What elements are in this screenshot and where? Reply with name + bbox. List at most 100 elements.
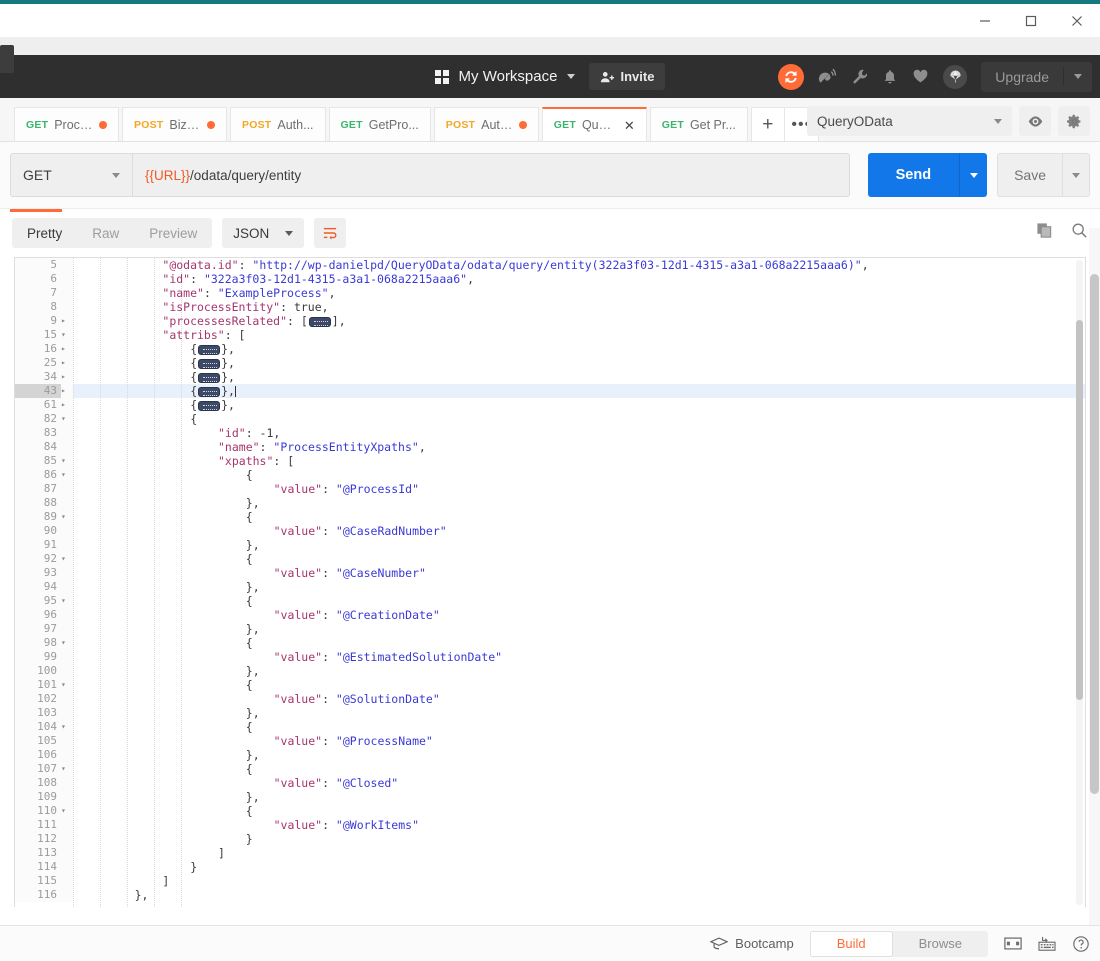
code-line[interactable]: 15 ▾ "attribs": [ <box>15 328 1085 342</box>
environment-select[interactable]: QueryOData <box>807 106 1012 136</box>
code-line[interactable]: 61 ▸{}, <box>15 398 1085 412</box>
collapsed-code-widget[interactable] <box>198 400 221 411</box>
fold-toggle-icon[interactable]: ▸ <box>61 314 73 328</box>
chevron-down-icon[interactable] <box>567 74 576 79</box>
request-tab[interactable]: POST Authe... <box>433 107 539 141</box>
settings-button[interactable] <box>1058 106 1090 136</box>
help-button[interactable] <box>1072 935 1090 953</box>
code-line[interactable]: 86 ▾ { <box>15 468 1085 482</box>
code-line[interactable]: 111 "value": "@WorkItems" <box>15 818 1085 832</box>
code-line[interactable]: 83 "id": -1, <box>15 426 1085 440</box>
collapsed-code-widget[interactable] <box>198 372 221 383</box>
parachute-icon[interactable] <box>943 64 968 89</box>
code-line[interactable]: 109}, <box>15 790 1085 804</box>
fold-toggle-icon[interactable]: ▾ <box>61 328 73 342</box>
code-line[interactable]: 96 "value": "@CreationDate" <box>15 608 1085 622</box>
code-line[interactable]: 5 "@odata.id": "http://wp-danielpd/QueryO… <box>15 258 1085 272</box>
code-line[interactable]: 106}, <box>15 748 1085 762</box>
invite-button[interactable]: Invite <box>589 63 666 90</box>
close-window-button[interactable] <box>1054 4 1100 37</box>
fold-toggle-icon[interactable]: ▾ <box>61 510 73 524</box>
fold-toggle-icon[interactable]: ▸ <box>61 384 73 398</box>
code-line[interactable]: 88}, <box>15 496 1085 510</box>
code-line[interactable]: 84 "name": "ProcessEntityXpaths", <box>15 440 1085 454</box>
fold-toggle-icon[interactable]: ▾ <box>61 594 73 608</box>
code-line[interactable]: 25 ▸{}, <box>15 356 1085 370</box>
send-options-button[interactable] <box>959 153 988 197</box>
code-line[interactable]: 107 ▾ { <box>15 762 1085 776</box>
search-button[interactable] <box>1071 222 1088 244</box>
fold-toggle-icon[interactable]: ▾ <box>61 468 73 482</box>
layout-toggle-button[interactable] <box>1004 936 1022 951</box>
code-line[interactable]: 99 "value": "@EstimatedSolutionDate" <box>15 650 1085 664</box>
environment-quick-look-button[interactable] <box>1019 106 1051 136</box>
code-line[interactable]: 113] <box>15 846 1085 860</box>
keyboard-shortcuts-button[interactable] <box>1038 936 1056 952</box>
code-line[interactable]: 43 ▸{}, <box>15 384 1085 398</box>
satellite-dish-icon[interactable] <box>818 67 837 86</box>
request-tab[interactable]: GET GetPro... <box>328 107 431 141</box>
code-line[interactable]: 110 ▾ { <box>15 804 1085 818</box>
code-line[interactable]: 112} <box>15 832 1085 846</box>
upgrade-chevron-down-icon[interactable] <box>1063 67 1092 86</box>
send-button[interactable]: Send <box>867 153 960 197</box>
code-line[interactable]: 103}, <box>15 706 1085 720</box>
bootcamp-button[interactable]: Bootcamp <box>710 936 794 951</box>
http-method-select[interactable]: GET <box>10 153 132 197</box>
request-tab[interactable]: POST Auth... <box>230 107 326 141</box>
page-vertical-scrollbar[interactable] <box>1089 228 1100 925</box>
new-tab-button[interactable]: + <box>750 107 785 141</box>
code-line[interactable]: 85 ▾ "xpaths": [ <box>15 454 1085 468</box>
code-line[interactable]: 89 ▾ { <box>15 510 1085 524</box>
code-line[interactable]: 105 "value": "@ProcessName" <box>15 734 1085 748</box>
page-scroll-thumb[interactable] <box>1090 274 1099 794</box>
code-line[interactable]: 104 ▾ { <box>15 720 1085 734</box>
fold-toggle-icon[interactable]: ▾ <box>61 552 73 566</box>
code-line[interactable]: 116}, <box>15 888 1085 902</box>
sync-icon[interactable] <box>778 63 805 90</box>
wrench-icon[interactable] <box>851 68 868 85</box>
code-line[interactable]: 114} <box>15 860 1085 874</box>
code-line[interactable]: 97}, <box>15 622 1085 636</box>
code-line[interactable]: 8 "isProcessEntity": true, <box>15 300 1085 314</box>
code-line[interactable]: 100}, <box>15 664 1085 678</box>
code-line[interactable]: 94}, <box>15 580 1085 594</box>
upgrade-button[interactable]: Upgrade <box>981 61 1092 92</box>
request-tab[interactable]: GET Get Pr... <box>649 107 748 141</box>
code-line[interactable]: 98 ▾ { <box>15 636 1085 650</box>
collapsed-code-widget[interactable] <box>198 386 221 397</box>
save-options-button[interactable] <box>1062 153 1090 197</box>
request-tab[interactable]: GET Query ... ✕ <box>541 107 647 141</box>
collapsed-code-widget[interactable] <box>198 344 221 355</box>
code-line[interactable]: 108 "value": "@Closed" <box>15 776 1085 790</box>
fold-toggle-icon[interactable]: ▾ <box>61 454 73 468</box>
code-line[interactable]: 6 "id": "322a3f03-12d1-4315-a3a1-068a2215… <box>15 272 1085 286</box>
code-line[interactable]: 93 "value": "@CaseNumber" <box>15 566 1085 580</box>
fold-toggle-icon[interactable]: ▸ <box>61 370 73 384</box>
collapsed-code-widget[interactable] <box>198 358 221 369</box>
request-tab[interactable]: POST Bizagi ... <box>122 107 227 141</box>
code-line[interactable]: 102 "value": "@SolutionDate" <box>15 692 1085 706</box>
close-icon[interactable]: ✕ <box>624 119 635 132</box>
code-line[interactable]: 92 ▾ { <box>15 552 1085 566</box>
code-line[interactable]: 90 "value": "@CaseRadNumber" <box>15 524 1085 538</box>
code-line[interactable]: 91}, <box>15 538 1085 552</box>
minimize-window-button[interactable] <box>962 4 1008 37</box>
fold-toggle-icon[interactable]: ▸ <box>61 356 73 370</box>
code-line[interactable]: 115] <box>15 874 1085 888</box>
response-format-select[interactable]: JSON <box>222 218 305 248</box>
response-view-tab-raw[interactable]: Raw <box>77 218 134 248</box>
save-button[interactable]: Save <box>997 153 1062 197</box>
bell-icon[interactable] <box>882 69 898 85</box>
response-view-tab-pretty[interactable]: Pretty <box>12 218 77 248</box>
code-line[interactable]: 82 ▾ { <box>15 412 1085 426</box>
workspace-name[interactable]: My Workspace <box>459 68 558 85</box>
code-line[interactable]: 95 ▾ { <box>15 594 1085 608</box>
code-vertical-scrollbar[interactable] <box>1076 260 1083 905</box>
fold-toggle-icon[interactable]: ▸ <box>61 342 73 356</box>
code-line[interactable]: 87 "value": "@ProcessId" <box>15 482 1085 496</box>
fold-toggle-icon[interactable]: ▾ <box>61 762 73 776</box>
word-wrap-button[interactable] <box>314 218 347 248</box>
collapsed-code-widget[interactable] <box>308 316 331 327</box>
fold-toggle-icon[interactable]: ▸ <box>61 398 73 412</box>
